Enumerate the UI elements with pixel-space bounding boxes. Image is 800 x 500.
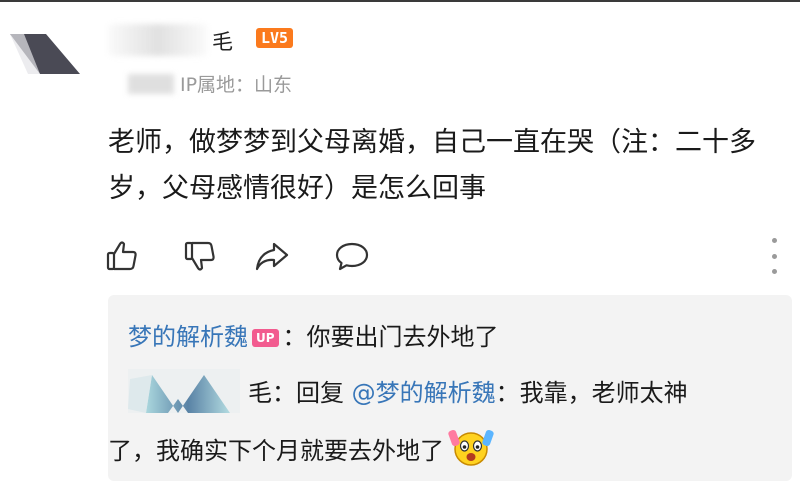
- comment-text: 老师，做梦梦到父母离婚，自己一直在哭（注：二十多岁，父母感情很好）是怎么回事: [108, 127, 756, 204]
- thumbs-up-icon: [106, 241, 137, 271]
- shocked-face-emoji: [448, 429, 494, 466]
- reply-author[interactable]: 梦的解析魏: [128, 323, 248, 351]
- mention-link[interactable]: @梦的解析魏: [352, 379, 496, 407]
- more-icon[interactable]: [766, 238, 782, 274]
- reply-item[interactable]: 梦的解析魏 UP ：你要出门去外地了: [128, 317, 499, 352]
- reply-author-name[interactable]: 毛: [248, 379, 272, 407]
- reply-separator: ：: [272, 379, 296, 407]
- thumbs-down-icon: [184, 241, 215, 271]
- action-bar: [102, 236, 792, 276]
- up-badge: UP: [252, 329, 279, 347]
- dislike-button[interactable]: [180, 236, 220, 276]
- reply-continuation: 了，我确实下个月就要去外地了: [108, 427, 494, 467]
- share-icon: [255, 242, 289, 271]
- share-button[interactable]: [252, 236, 292, 276]
- comment-icon: [335, 242, 369, 271]
- top-divider: [0, 0, 800, 2]
- reply-button[interactable]: [332, 236, 372, 276]
- reply-text: ：我靠，老师太神: [495, 379, 688, 407]
- reply-separator: ：: [282, 323, 307, 351]
- username-blur: [108, 24, 208, 56]
- reply-item[interactable]: 毛：回复 @梦的解析魏：我靠，老师太神: [248, 373, 688, 408]
- avatar[interactable]: [10, 32, 80, 76]
- reply-avatar-blur: [128, 369, 240, 413]
- replies-container: 梦的解析魏 UP ：你要出门去外地了 毛：回复 @梦的解析魏：我靠，老师太神 了，我…: [108, 295, 792, 481]
- ip-location: IP属地：山东: [180, 74, 293, 96]
- reply-text-continued: 了，我确实下个月就要去外地了: [108, 437, 444, 465]
- timestamp-blur: [128, 74, 174, 94]
- level-badge: LV5: [256, 28, 294, 48]
- username[interactable]: 毛: [212, 26, 233, 56]
- reply-prefix: 回复: [296, 379, 344, 407]
- like-button[interactable]: [102, 236, 142, 276]
- reply-text: 你要出门去外地了: [306, 323, 499, 351]
